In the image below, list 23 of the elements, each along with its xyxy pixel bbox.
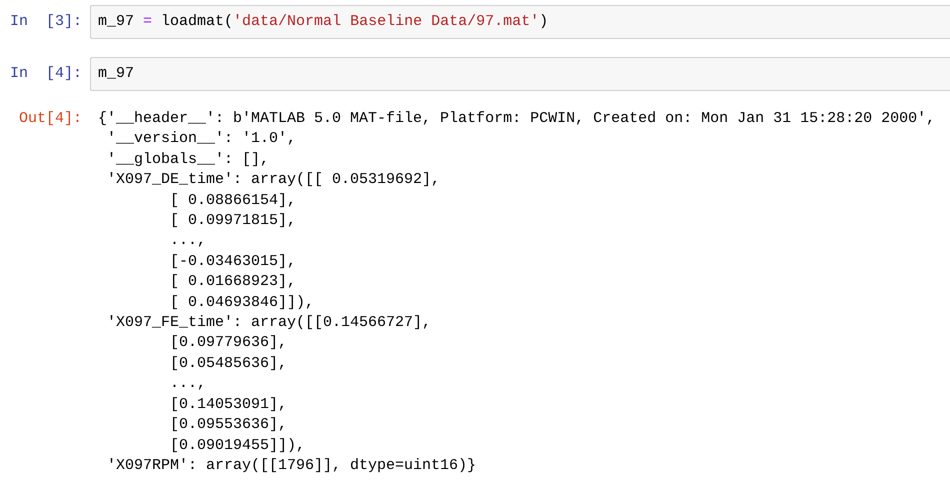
output-line: [0.09779636], bbox=[169, 333, 288, 354]
output-line: [ 0.04693846]]), bbox=[169, 292, 316, 313]
output-prompt: Out[4]: bbox=[18, 109, 83, 129]
output-line: '__version__': '1.0', bbox=[106, 129, 298, 150]
output-line: '__globals__': [], bbox=[106, 150, 270, 170]
code-input-cell[interactable]: m_97 = loadmat('data/Normal Baseline Data/97.mat') bbox=[90, 5, 950, 39]
output-line: ..., bbox=[169, 231, 208, 252]
code-input-cell[interactable]: m_97 bbox=[90, 57, 950, 91]
output-line: [0.14053091], bbox=[169, 394, 288, 415]
output-line: [ 0.09971815], bbox=[169, 211, 298, 232]
output-line: [-0.03463015], bbox=[169, 252, 298, 272]
input-prompt: In [4]: bbox=[8, 64, 83, 84]
input-prompt: In [3]: bbox=[8, 12, 83, 32]
output-line: [0.05485636], bbox=[169, 354, 288, 374]
output-line: {'__header__': b'MATLAB 5.0 MAT-file, Platform: PCWIN, Created on: Mon Jan 31 15:28:20 2000', bbox=[98, 109, 936, 129]
output-line: [0.09019455]]), bbox=[169, 436, 306, 456]
output-line: 'X097_FE_time': array([[0.14566727], bbox=[106, 313, 432, 334]
output-line: 'X097_DE_time': array([[ 0.05319692], bbox=[106, 170, 442, 190]
output-line: 'X097RPM': array([[1796]], dtype=uint16)} bbox=[106, 456, 478, 476]
output-line: [0.09553636], bbox=[169, 415, 288, 436]
output-line: ..., bbox=[169, 374, 208, 394]
output-line: [ 0.08866154], bbox=[169, 190, 298, 211]
output-line: [ 0.01668923], bbox=[169, 272, 298, 292]
